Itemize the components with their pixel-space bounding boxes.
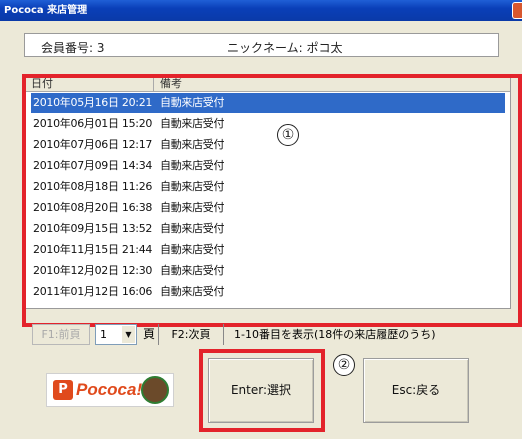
list-row[interactable]: 2011年01月12日 16:06 自動来店受付 [31,282,505,302]
row-note: 自動来店受付 [160,201,225,214]
row-date: 2010年12月02日 12:30 [33,264,153,277]
list-row[interactable]: 2010年05月16日 20:21 自動来店受付 [31,93,505,113]
list-row[interactable]: 2010年07月06日 12:17 自動来店受付 [31,135,505,155]
page-unit-label: 頁 [143,327,156,341]
list-row[interactable]: 2010年07月09日 14:34 自動来店受付 [31,156,505,176]
row-date: 2010年07月09日 14:34 [33,159,153,172]
row-note: 自動来店受付 [160,285,225,298]
list-row[interactable]: 2010年08月20日 16:38 自動来店受付 [31,198,505,218]
chevron-down-icon[interactable]: ▼ [122,326,135,343]
esc-back-button[interactable]: Esc:戻る [363,358,469,423]
window-title: Pococa 来店管理 [4,5,88,16]
row-note: 自動来店受付 [160,159,225,172]
member-info-box: 会員番号: 3 ニックネーム: ポコ太 [24,33,499,57]
list-row[interactable]: 2010年11月15日 21:44 自動来店受付 [31,240,505,260]
next-page-button[interactable]: F2:次頁 [158,324,224,345]
page-select[interactable]: 1 ▼ [95,324,137,345]
visit-history-list[interactable]: 日付 備考 2010年05月16日 20:21 自動来店受付 2010年06月0… [24,77,511,309]
member-number: 会員番号: 3 [41,41,105,55]
enter-select-button[interactable]: Enter:選択 [208,358,314,423]
column-separator [153,78,154,91]
row-date: 2010年11月15日 21:44 [33,243,153,256]
row-date: 2010年05月16日 20:21 [33,96,153,109]
row-date: 2010年07月06日 12:17 [33,138,153,151]
row-note: 自動来店受付 [160,138,225,151]
row-note: 自動来店受付 [160,117,225,130]
row-note: 自動来店受付 [160,180,225,193]
row-date: 2010年06月01日 15:20 [33,117,153,130]
row-date: 2010年08月20日 16:38 [33,201,153,214]
member-nickname: ニックネーム: ポコ太 [227,41,343,55]
list-header: 日付 備考 [25,78,510,92]
list-row[interactable]: 2010年09月15日 13:52 自動来店受付 [31,219,505,239]
logo-text: Pococa! [76,380,143,399]
app-window: Pococa 来店管理 会員番号: 3 ニックネーム: ポコ太 日付 備考 20… [0,0,522,439]
page-select-value: 1 [100,328,107,341]
title-bar: Pococa 来店管理 [0,0,522,21]
record-range-text: 1-10番目を表示(18件の来店履歴のうち) [234,328,436,341]
row-date: 2010年08月18日 11:26 [33,180,153,193]
list-row[interactable]: 2010年08月18日 11:26 自動来店受付 [31,177,505,197]
close-button[interactable] [512,2,522,19]
row-date: 2011年01月12日 16:06 [33,285,153,298]
row-note: 自動来店受付 [160,243,225,256]
list-row[interactable]: 2010年06月01日 15:20 自動来店受付 [31,114,505,134]
annotation-number-one: ① [277,124,299,146]
logo-mark-icon: P [53,380,73,400]
row-note: 自動来店受付 [160,264,225,277]
column-header-note[interactable]: 備考 [160,78,182,91]
annotation-number-two: ② [333,354,355,376]
column-header-date[interactable]: 日付 [31,78,53,91]
prev-page-button[interactable]: F1:前頁 [32,324,90,345]
list-row[interactable]: 2010年12月02日 12:30 自動来店受付 [31,261,505,281]
row-note: 自動来店受付 [160,222,225,235]
pococa-logo: P Pococa! [46,373,174,407]
row-date: 2010年09月15日 13:52 [33,222,153,235]
mascot-icon [141,376,169,404]
row-note: 自動来店受付 [160,96,225,109]
